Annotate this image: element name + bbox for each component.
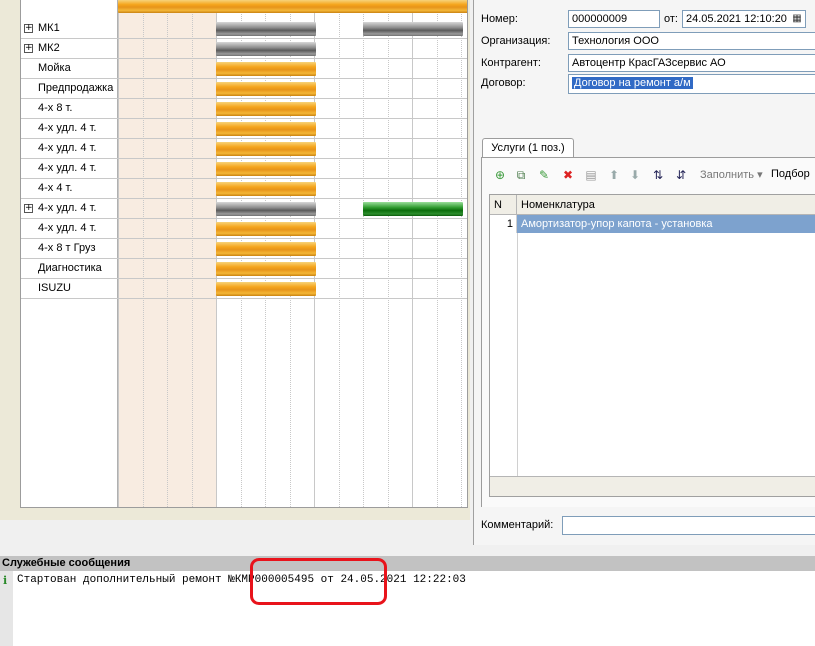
number-field[interactable]: 000000009: [568, 10, 660, 28]
gantt-bar-orange[interactable]: [216, 162, 316, 176]
expand-icon[interactable]: +: [24, 44, 33, 53]
services-table[interactable]: N Номенклатура 1 Амортизатор-упор капота…: [489, 194, 815, 497]
messages-title: Служебные сообщения: [0, 556, 815, 571]
gantt-row-label[interactable]: 4-х удл. 4 т.: [21, 159, 117, 179]
copy-icon[interactable]: ⧉: [513, 167, 529, 183]
info-icon: i: [3, 574, 8, 587]
gantt-row[interactable]: 4-х удл. 4 т.: [21, 219, 467, 239]
gantt-row[interactable]: Мойка: [21, 59, 467, 79]
contractor-field[interactable]: Автоцентр КрасГАЗсервис АО: [568, 54, 815, 72]
add-icon[interactable]: ⊕: [492, 167, 508, 183]
organization-label: Организация:: [481, 35, 551, 47]
gantt-row[interactable]: Диагностика: [21, 259, 467, 279]
gantt-bar-orange[interactable]: [216, 182, 316, 196]
messages-panel[interactable]: i Стартован дополнительный ремонт №КМР00…: [0, 571, 815, 646]
highlight-annotation: [250, 558, 387, 605]
document-form: Номер: 000000009 от: 24.05.2021 12:10:20…: [473, 0, 815, 545]
services-tab-panel: ⊕ ⧉ ✎ ✖ ▤ ⬆ ⬇ ⇅ ⇵ Заполнить ▾ Подбор N Н…: [481, 157, 815, 507]
move-down-icon[interactable]: ⬇: [627, 167, 643, 183]
gantt-row-label[interactable]: МК2: [21, 39, 117, 59]
sort-desc-icon[interactable]: ⇵: [673, 167, 689, 183]
gantt-row[interactable]: МК2 +: [21, 39, 467, 59]
gantt-bar-orange[interactable]: [216, 282, 316, 296]
gantt-row-label[interactable]: 4-х 4 т.: [21, 179, 117, 199]
gantt-bar-orange[interactable]: [216, 62, 316, 76]
comment-label: Комментарий:: [481, 519, 554, 531]
contract-field[interactable]: Договор на ремонт а/м: [568, 74, 815, 94]
column-header-n[interactable]: N: [490, 195, 517, 215]
gantt-row-label[interactable]: Предпродажка: [21, 79, 117, 99]
gantt-bar-orange[interactable]: [216, 142, 316, 156]
gantt-bar-orange[interactable]: [216, 262, 316, 276]
number-label: Номер:: [481, 13, 518, 25]
gantt-row[interactable]: 4-х 4 т.: [21, 179, 467, 199]
table-footer: [490, 476, 815, 496]
gantt-bar-gray[interactable]: [216, 202, 316, 216]
gantt-bar-green[interactable]: [363, 202, 463, 216]
expand-icon[interactable]: +: [24, 204, 33, 213]
chevron-down-icon: ▾: [757, 169, 763, 181]
column-header-item[interactable]: Номенклатура: [517, 195, 815, 215]
organization-field[interactable]: Технология ООО: [568, 32, 815, 50]
message-text[interactable]: Стартован дополнительный ремонт №КМР0000…: [17, 574, 466, 586]
gantt-row-label[interactable]: Мойка: [21, 59, 117, 79]
gantt-summary-bar[interactable]: [118, 0, 467, 13]
gantt-bar-orange[interactable]: [216, 242, 316, 256]
pick-button[interactable]: Подбор: [771, 168, 810, 180]
gantt-row[interactable]: Предпродажка: [21, 79, 467, 99]
gantt-bar-gray[interactable]: [216, 42, 316, 56]
sort-asc-icon[interactable]: ⇅: [650, 167, 666, 183]
gantt-row[interactable]: 4-х 8 т.: [21, 99, 467, 119]
gantt-bar-orange[interactable]: [216, 102, 316, 116]
gantt-row-label[interactable]: 4-х 8 т.: [21, 99, 117, 119]
edit-icon[interactable]: ✎: [536, 167, 552, 183]
gantt-bar-orange[interactable]: [216, 222, 316, 236]
gantt-chart[interactable]: МК1 + МК2 + Мойка Предпродажка 4-х 8 т. 4-х удл…: [20, 0, 468, 508]
expand-icon[interactable]: +: [24, 24, 33, 33]
calendar-icon[interactable]: ▦: [790, 12, 804, 26]
gantt-bar-gray[interactable]: [216, 22, 316, 36]
table-row[interactable]: 1 Амортизатор-упор капота - установка: [490, 215, 815, 233]
gantt-row-label[interactable]: 4-х 8 т Груз: [21, 239, 117, 259]
comment-field[interactable]: [562, 516, 815, 535]
gantt-row-label[interactable]: ISUZU: [21, 279, 117, 299]
gantt-row[interactable]: 4-х 8 т Груз: [21, 239, 467, 259]
date-label: от:: [664, 13, 678, 25]
gantt-row-label[interactable]: Диагностика: [21, 259, 117, 279]
gantt-row[interactable]: 4-х удл. 4 т.: [21, 119, 467, 139]
gantt-row-label[interactable]: 4-х удл. 4 т.: [21, 119, 117, 139]
contractor-label: Контрагент:: [481, 57, 541, 69]
gantt-row-label[interactable]: 4-х удл. 4 т.: [21, 199, 117, 219]
gantt-row[interactable]: 4-х удл. 4 т. +: [21, 199, 467, 219]
save-icon[interactable]: ▤: [583, 167, 599, 183]
gantt-row[interactable]: 4-х удл. 4 т.: [21, 139, 467, 159]
date-field[interactable]: 24.05.2021 12:10:20 ▦: [682, 10, 806, 28]
gantt-bar-orange[interactable]: [216, 82, 316, 96]
gantt-row[interactable]: МК1 +: [21, 19, 467, 39]
gantt-row-label[interactable]: 4-х удл. 4 т.: [21, 219, 117, 239]
gantt-bar-orange[interactable]: [216, 122, 316, 136]
gantt-row-label[interactable]: МК1: [21, 19, 117, 39]
delete-icon[interactable]: ✖: [560, 167, 576, 183]
gantt-panel: МК1 + МК2 + Мойка Предпродажка 4-х 8 т. 4-х удл…: [0, 0, 470, 520]
move-up-icon[interactable]: ⬆: [606, 167, 622, 183]
gantt-row-label[interactable]: 4-х удл. 4 т.: [21, 139, 117, 159]
gantt-bar-gray[interactable]: [363, 22, 463, 36]
gantt-row[interactable]: ISUZU: [21, 279, 467, 299]
gantt-row[interactable]: 4-х удл. 4 т.: [21, 159, 467, 179]
contract-label: Договор:: [481, 77, 526, 89]
fill-button[interactable]: Заполнить ▾: [700, 168, 763, 181]
tab-services[interactable]: Услуги (1 поз.): [482, 138, 574, 158]
